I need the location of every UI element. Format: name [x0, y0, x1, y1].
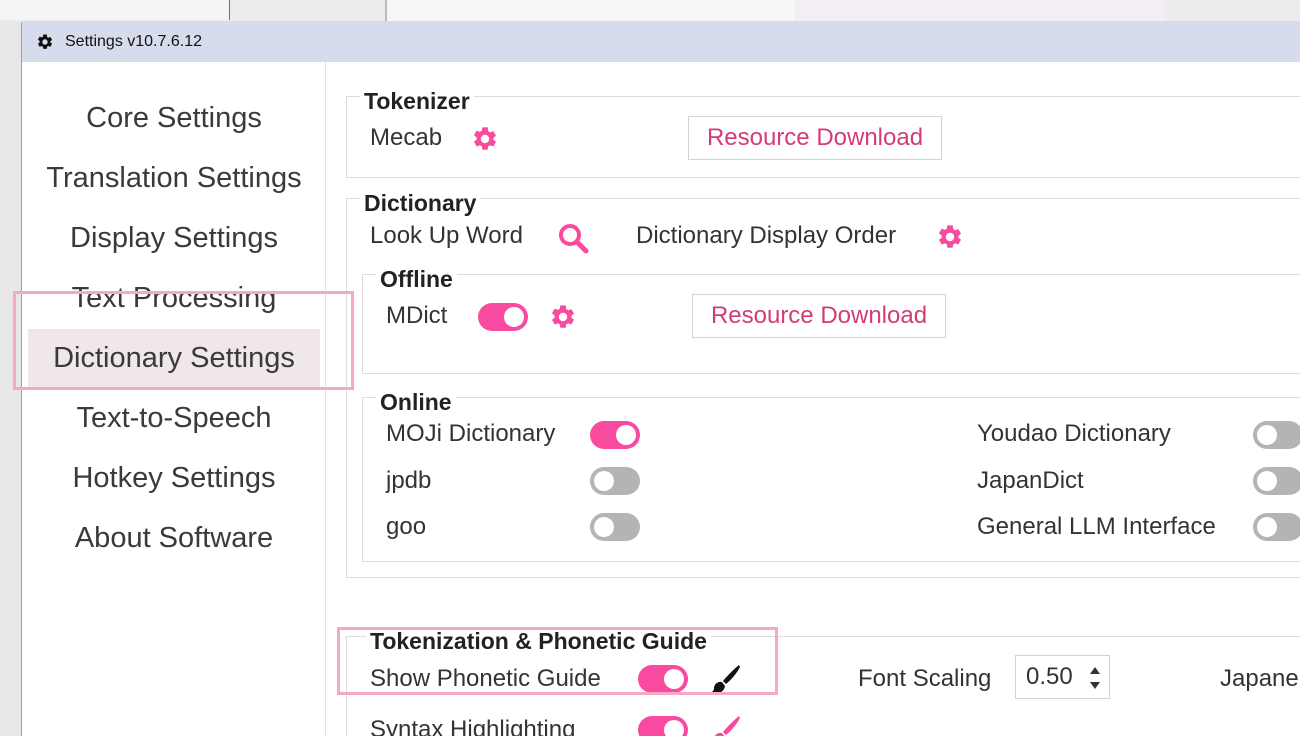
font-scaling-label: Font Scaling	[858, 665, 992, 692]
show-phonetic-guide-label: Show Phonetic Guide	[370, 665, 601, 692]
youdao-dictionary-label: Youdao Dictionary	[977, 420, 1171, 447]
sidebar-item-dictionary-settings[interactable]: Dictionary Settings	[28, 329, 320, 387]
online-title: Online	[376, 389, 456, 416]
sidebar-item-translation-settings[interactable]: Translation Settings	[28, 149, 320, 207]
offline-title: Offline	[376, 266, 457, 293]
gear-icon[interactable]	[548, 302, 578, 332]
paint-brush-icon[interactable]	[707, 661, 743, 697]
mdict-toggle[interactable]	[478, 303, 528, 331]
tokenizer-title: Tokenizer	[360, 88, 474, 115]
jpdb-label: jpdb	[386, 467, 432, 494]
toggle-knob	[1257, 471, 1277, 491]
toggle-knob	[664, 669, 684, 689]
sidebar-item-text-to-speech[interactable]: Text-to-Speech	[28, 389, 320, 447]
gear-icon[interactable]	[470, 124, 500, 154]
goo-label: goo	[386, 513, 427, 540]
background-window: 稼井	[0, 0, 1300, 22]
toggle-knob	[616, 425, 636, 445]
toggle-knob	[1257, 517, 1277, 537]
syntax-highlighting-label: Syntax Highlighting	[370, 716, 576, 736]
background-edge	[0, 22, 22, 736]
goo-toggle[interactable]	[590, 513, 640, 541]
background-panel-left	[0, 0, 230, 20]
dictionary-display-order-label: Dictionary Display Order	[636, 222, 897, 249]
general-llm-interface-toggle[interactable]	[1253, 513, 1300, 541]
jpdb-toggle[interactable]	[590, 467, 640, 495]
sidebar: Core Settings Translation Settings Displ…	[22, 62, 326, 736]
font-scaling-value: 0.50	[1026, 663, 1073, 690]
offline-resource-download-button[interactable]: Resource Download	[692, 294, 946, 338]
show-phonetic-guide-toggle[interactable]	[638, 665, 688, 693]
toggle-knob	[504, 307, 524, 327]
phonetic-title: Tokenization & Phonetic Guide	[366, 628, 711, 655]
settings-window: Settings v10.7.6.12 Core Settings Transl…	[22, 21, 1300, 736]
font-scaling-spinbox[interactable]: 0.50	[1015, 655, 1110, 699]
moji-dictionary-label: MOJi Dictionary	[386, 420, 556, 447]
sidebar-item-display-settings[interactable]: Display Settings	[28, 209, 320, 267]
window-title: Settings v10.7.6.12	[65, 32, 202, 50]
youdao-dictionary-toggle[interactable]	[1253, 421, 1300, 449]
title-bar[interactable]: Settings v10.7.6.12	[22, 21, 1300, 62]
japanese-label: Japane	[1220, 665, 1299, 692]
general-llm-interface-label: General LLM Interface	[977, 513, 1216, 540]
tokenizer-resource-download-button[interactable]: Resource Download	[688, 116, 942, 160]
toggle-knob	[594, 517, 614, 537]
toggle-knob	[664, 720, 684, 736]
sidebar-item-text-processing[interactable]: Text Processing	[28, 269, 320, 327]
settings-content: Tokenizer Mecab Resource Download Dictio…	[327, 62, 1300, 736]
mdict-label: MDict	[386, 302, 448, 329]
gear-icon[interactable]	[935, 222, 965, 252]
syntax-highlighting-toggle[interactable]	[638, 716, 688, 736]
moji-dictionary-toggle[interactable]	[590, 421, 640, 449]
background-panel-right	[795, 0, 1165, 22]
look-up-word-label: Look Up Word	[370, 222, 523, 249]
sidebar-item-core-settings[interactable]: Core Settings	[28, 89, 320, 147]
toggle-knob	[1257, 425, 1277, 445]
search-icon[interactable]	[557, 222, 591, 254]
paint-brush-icon[interactable]	[707, 712, 743, 736]
dictionary-title: Dictionary	[360, 190, 481, 217]
gear-icon	[36, 33, 54, 51]
toggle-knob	[594, 471, 614, 491]
sidebar-item-hotkey-settings[interactable]: Hotkey Settings	[28, 449, 320, 507]
spin-arrows-icon[interactable]	[1089, 665, 1101, 691]
sidebar-item-about-software[interactable]: About Software	[28, 509, 320, 567]
mecab-label: Mecab	[370, 124, 443, 151]
japandict-label: JapanDict	[977, 467, 1084, 494]
japandict-toggle[interactable]	[1253, 467, 1300, 495]
